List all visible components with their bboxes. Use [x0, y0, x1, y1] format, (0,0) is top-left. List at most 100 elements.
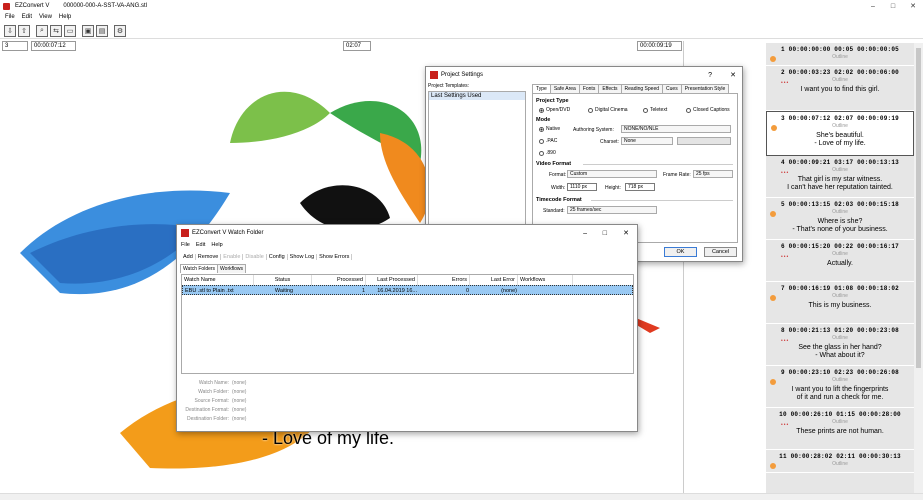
subtitle-entry[interactable]: 1 00:00:00:00 00:05 00:00:00:05 Outline — [766, 43, 914, 66]
entry-text-line: - Love of my life. — [814, 140, 866, 147]
scrollbar[interactable] — [914, 43, 923, 493]
radio-open-dvd[interactable]: Open/DVD — [539, 107, 570, 113]
tab-fonts[interactable]: Fonts — [578, 84, 600, 93]
tab-safe-area[interactable]: Safe Area — [549, 84, 580, 93]
radio-890[interactable]: .890 — [539, 150, 556, 156]
detail-value: (none) — [232, 398, 247, 404]
subtitle-entry[interactable]: 3 00:00:07:12 02:07 00:00:09:19 Outline Sh… — [766, 111, 914, 156]
entry-style: Outline — [832, 377, 848, 383]
disk-icon[interactable]: ▤ — [96, 24, 108, 37]
new-icon[interactable]: ⇩ — [4, 24, 16, 37]
standard-label: Standard: — [543, 208, 565, 214]
menu-edit[interactable]: Edit — [22, 12, 32, 22]
standard-select[interactable]: 25 frames/sec — [567, 206, 657, 214]
radio-digital-cinema[interactable]: Digital Cinema — [588, 107, 628, 113]
col-workflows[interactable]: Workflows — [518, 275, 573, 285]
remove-button[interactable]: Remove — [196, 254, 222, 260]
entry-timecode: 2 00:00:03:23 02:02 00:00:06:00 — [781, 69, 899, 76]
video-icon[interactable]: ▭ — [64, 24, 76, 37]
add-button[interactable]: Add — [181, 254, 196, 260]
cue-icon: ••• — [781, 170, 790, 176]
entry-text: Where is she? - That's none of your busin… — [766, 218, 914, 236]
config-button[interactable]: Config — [267, 254, 288, 260]
disable-button[interactable]: Disable — [243, 254, 267, 260]
tab-reading-speed[interactable]: Reading Speed — [620, 84, 664, 93]
radio-pac[interactable]: .PAC — [539, 138, 557, 144]
col-last-error[interactable]: Last Error — [470, 275, 518, 285]
radio-native[interactable]: Native — [539, 126, 560, 132]
subtitle-entry[interactable]: 5 00:00:13:15 02:03 00:00:15:18 Outline Wh… — [766, 198, 914, 240]
menu-file[interactable]: File — [5, 12, 15, 22]
tab-cues[interactable]: Cues — [662, 84, 682, 93]
subtitle-entry[interactable]: 2 00:00:03:23 02:02 00:00:06:00 Outline ••… — [766, 66, 914, 111]
tab-watch-folders[interactable]: Watch Folders — [180, 264, 219, 273]
col-watch-name[interactable]: Watch Name — [182, 275, 254, 285]
ok-button[interactable]: OK — [664, 247, 697, 257]
tc-in[interactable]: 00:00:07:12 — [31, 41, 76, 51]
table-row[interactable]: EBU .stl to Plain .txt Waiting 1 16.04.2… — [182, 285, 633, 295]
entry-text: Actually. — [766, 260, 914, 270]
entry-style: Outline — [832, 54, 848, 60]
cancel-button[interactable]: Cancel — [704, 247, 737, 257]
subtitle-entry[interactable]: 11 00:00:28:02 02:11 00:00:30:13 Outline — [766, 450, 914, 473]
tc-out[interactable]: 00:00:09:19 — [637, 41, 682, 51]
framerate-select[interactable]: 25 fps — [693, 170, 733, 178]
subtitle-index[interactable]: 3 — [2, 41, 28, 51]
template-item[interactable]: Last Settings Used — [429, 92, 525, 100]
subtitle-entry[interactable]: 7 00:00:16:19 01:08 00:00:18:02 Outline Th… — [766, 282, 914, 324]
show-log-button[interactable]: Show Log — [288, 254, 318, 260]
table-header: Watch Name Status Processed Last Process… — [182, 275, 633, 285]
open-icon[interactable]: ⇧ — [18, 24, 30, 37]
width-field[interactable]: 1110 px — [567, 183, 597, 191]
col-last-processed[interactable]: Last Processed — [366, 275, 418, 285]
help-icon[interactable]: ? — [708, 72, 712, 79]
menu-view[interactable]: View — [39, 12, 52, 22]
charset-select[interactable]: None — [621, 137, 673, 145]
radio-closed-captions[interactable]: Closed Captions — [686, 107, 730, 113]
save-icon[interactable]: ▣ — [82, 24, 94, 37]
maximize-icon[interactable]: □ — [603, 230, 607, 237]
minimize-icon[interactable]: – — [863, 0, 883, 12]
tc-duration[interactable]: 02:07 — [343, 41, 371, 51]
scrollbar-thumb[interactable] — [916, 48, 921, 368]
col-status[interactable]: Status — [254, 275, 312, 285]
menu-help[interactable]: Help — [211, 242, 222, 248]
minimize-icon[interactable]: – — [583, 230, 587, 237]
col-errors[interactable]: Errors — [418, 275, 470, 285]
menu-help[interactable]: Help — [59, 12, 71, 22]
enable-button[interactable]: Enable — [221, 254, 244, 260]
menu-edit[interactable]: Edit — [196, 242, 205, 248]
close-icon[interactable]: ✕ — [903, 0, 923, 12]
width-label: Width: — [551, 185, 566, 191]
show-errors-button[interactable]: Show Errors — [317, 254, 353, 260]
entry-text-line: - What about it? — [815, 352, 865, 359]
authoring-select[interactable]: NONE/NO/NLE — [621, 125, 731, 133]
authoring-label: Authoring System: — [573, 127, 614, 133]
subtitle-entry[interactable]: 4 00:00:09:21 03:17 00:00:13:13 Outline ••… — [766, 156, 914, 198]
preview-icon[interactable]: ⌕ — [36, 24, 48, 37]
convert-icon[interactable]: ⇆ — [50, 24, 62, 37]
close-icon[interactable]: ✕ — [730, 71, 736, 79]
subtitle-entry[interactable]: 6 00:00:15:20 00:22 00:00:16:17 Outline ••… — [766, 240, 914, 282]
subtitle-list[interactable]: 1 00:00:00:00 00:05 00:00:00:05 Outline 2 … — [766, 43, 914, 493]
subtitle-entry[interactable]: 9 00:00:23:10 02:23 00:00:26:08 Outline I … — [766, 366, 914, 408]
col-processed[interactable]: Processed — [312, 275, 366, 285]
entry-text-line: of it and run a check for me. — [796, 394, 884, 401]
gear-icon[interactable]: ⚙ — [114, 24, 126, 37]
tab-effects[interactable]: Effects — [598, 84, 622, 93]
menu-file[interactable]: File — [181, 242, 190, 248]
height-field[interactable]: 718 px — [625, 183, 655, 191]
format-select[interactable]: Custom — [567, 170, 657, 178]
subtitle-entry[interactable]: 8 00:00:21:13 01:20 00:00:23:08 Outline ••… — [766, 324, 914, 366]
tab-type[interactable]: Type — [532, 84, 551, 93]
watch-table[interactable]: Watch Name Status Processed Last Process… — [181, 274, 634, 374]
charset-label: Charset: — [600, 139, 619, 145]
tab-workflows[interactable]: Workflows — [217, 264, 247, 273]
tab-presentation-style[interactable]: Presentation Style — [680, 84, 730, 93]
radio-teletext[interactable]: Teletext — [643, 107, 667, 113]
templates-label: Project Templates: — [428, 83, 470, 89]
maximize-icon[interactable]: □ — [883, 0, 903, 12]
close-icon[interactable]: ✕ — [623, 229, 629, 237]
subtitle-entry[interactable]: 10 00:00:26:10 01:15 00:00:28:00 Outline •… — [766, 408, 914, 450]
entry-timecode: 9 00:00:23:10 02:23 00:00:26:08 — [781, 369, 899, 376]
